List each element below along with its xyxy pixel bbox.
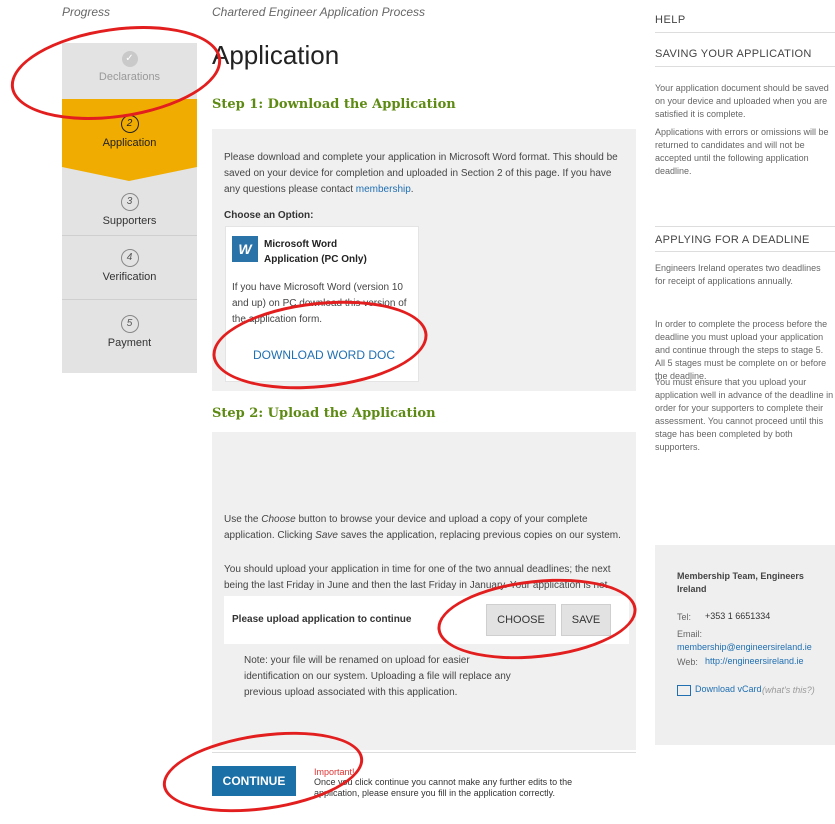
help-divider [655, 32, 835, 33]
important-text: Once you click continue you cannot make … [314, 777, 573, 798]
active-step-arrow [62, 167, 197, 181]
step-divider [62, 299, 197, 300]
step-divider [62, 235, 197, 236]
step2-instructions: Use the Choose button to browse your dev… [224, 512, 629, 544]
step-number: 3 [120, 193, 139, 211]
help-divider [655, 226, 835, 227]
step-number: 2 [120, 115, 139, 133]
deadline-text-1: Engineers Ireland operates two deadlines… [655, 263, 821, 286]
step-label: Verification [102, 271, 157, 283]
deadline-text-3: You must ensure that you upload your app… [655, 377, 834, 452]
vcard-icon [677, 685, 691, 696]
email-link[interactable]: membership@engineersireland.ie [677, 642, 812, 652]
web-label: Web: [677, 657, 698, 667]
step2-heading: Step 2: Upload the Application [212, 406, 436, 421]
help-divider [655, 66, 835, 67]
vcard-help-link[interactable]: (what's this?) [762, 684, 822, 697]
saving-text-2: Applications with errors or omissions wi… [655, 127, 829, 176]
word-card-title: Microsoft Word Application (PC Only) [264, 239, 367, 265]
upload-label: Please upload application to continue [232, 614, 412, 625]
help-heading: HELP [655, 14, 686, 26]
step-number: 4 [120, 249, 139, 267]
step-label: Payment [107, 337, 152, 349]
breadcrumb: Chartered Engineer Application Process [212, 5, 426, 19]
instr-text: Use the [224, 514, 259, 525]
tel-label: Tel: [677, 612, 692, 622]
progress-label: Progress [62, 5, 111, 19]
word-icon: W [232, 236, 258, 262]
intro-text: Please download and complete your applic… [224, 152, 618, 195]
upload-note: Note: your file will be renamed on uploa… [244, 655, 511, 698]
page-title: Application [212, 40, 340, 70]
step-number: 5 [120, 315, 139, 333]
help-divider [655, 251, 835, 252]
download-vcard-link[interactable]: Download vCard [695, 684, 762, 694]
deadline-heading: APPLYING FOR A DEADLINE [655, 234, 810, 246]
step-payment[interactable]: 5 Payment [62, 315, 197, 349]
instr-text: saves the application, replacing previou… [340, 530, 621, 541]
choose-option-label: Choose an Option: [224, 210, 314, 221]
step1-heading: Step 1: Download the Application [212, 97, 456, 112]
step-label: Application [102, 137, 157, 149]
instr-choose: Choose [261, 514, 296, 525]
step-supporters[interactable]: 3 Supporters [62, 193, 197, 227]
step-verification[interactable]: 4 Verification [62, 249, 197, 283]
membership-link[interactable]: membership [356, 184, 411, 195]
web-link[interactable]: http://engineersireland.ie [705, 656, 804, 666]
team-name: Membership Team, Engineers Ireland [677, 571, 804, 594]
instr-save: Save [315, 530, 338, 541]
tel-value: +353 1 6651334 [705, 611, 771, 621]
email-label: Email: [677, 629, 703, 639]
step1-intro: Please download and complete your applic… [224, 150, 624, 198]
saving-text-1: Your application document should be save… [655, 83, 829, 119]
saving-heading: SAVING YOUR APPLICATION [655, 48, 812, 60]
deadline-text-2: In order to complete the process before … [655, 319, 828, 381]
step-label: Supporters [102, 215, 157, 227]
intro-end: . [410, 184, 414, 195]
